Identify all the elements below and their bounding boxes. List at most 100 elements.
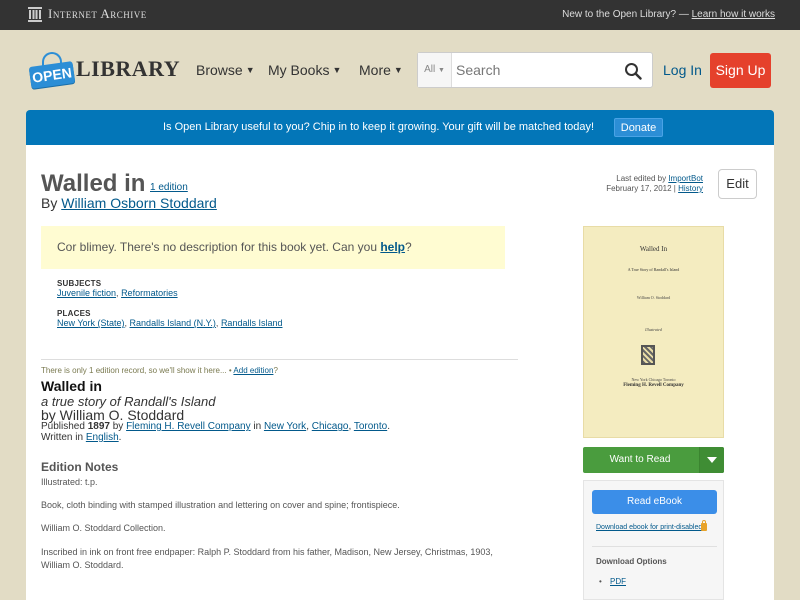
publish-place-link[interactable]: Toronto — [354, 421, 387, 432]
place-link[interactable]: New York (State) — [57, 318, 125, 328]
edition-notes-heading: Edition Notes — [41, 460, 119, 474]
donate-banner: Is Open Library useful to you? Chip in t… — [26, 110, 774, 145]
last-editor-link[interactable]: ImportBot — [668, 174, 703, 183]
last-edited-info: Last edited by ImportBot February 17, 20… — [606, 174, 703, 193]
publish-info: Published 1897 by Fleming H. Revell Comp… — [41, 421, 390, 432]
learn-how-link[interactable]: Learn how it works — [692, 9, 775, 20]
panel-divider — [592, 546, 717, 547]
search-input[interactable] — [454, 53, 614, 87]
download-pdf-link[interactable]: PDF — [610, 577, 626, 586]
place-link[interactable]: Randalls Island — [221, 318, 283, 328]
caret-down-icon: ▼ — [393, 65, 403, 75]
byline-by: By — [41, 195, 58, 211]
logo-library-word: LIBRARY — [76, 56, 181, 81]
site-header: OPEN LIBRARY Browse ▼ My Books ▼ More ▼ … — [0, 30, 800, 110]
edition-note: Illustrated: t.p. — [41, 477, 98, 487]
lock-icon — [701, 520, 707, 531]
publish-by-word: by — [112, 421, 124, 432]
written-in-label: Written in — [41, 432, 84, 443]
cover-subtitle: A True Story of Randall's Island — [627, 267, 680, 272]
history-link[interactable]: History — [678, 184, 703, 193]
author-link[interactable]: William Osborn Stoddard — [61, 195, 217, 211]
publish-year: 1897 — [87, 421, 110, 432]
caret-down-icon: ▼ — [437, 67, 445, 74]
edition-note: William O. Stoddard Collection. — [41, 523, 166, 533]
publish-place-link[interactable]: Chicago — [312, 421, 349, 432]
cover-publisher: Fleming H. Revell Company — [623, 383, 684, 388]
read-ebook-button[interactable]: Read eBook — [592, 490, 717, 514]
published-label: Published — [41, 421, 85, 432]
nav-my-books-label: My Books — [268, 62, 330, 78]
login-link[interactable]: Log In — [663, 62, 702, 78]
logo-open-badge: OPEN — [28, 61, 76, 89]
work-title: Walled in — [41, 170, 146, 197]
search-category-select[interactable]: All ▼ — [418, 53, 452, 87]
internet-archive-bar: Internet Archive New to the Open Library… — [0, 0, 800, 30]
places-section: PLACES New York (State), Randalls Island… — [57, 309, 282, 328]
places-heading: PLACES — [57, 309, 91, 318]
add-edition-end: ? — [273, 366, 278, 375]
caret-down-icon: ▼ — [332, 65, 342, 75]
add-edition-link[interactable]: Add edition — [233, 366, 273, 375]
ia-bar-text: New to the Open Library? — — [562, 9, 689, 20]
want-to-read-button[interactable]: Want to Read — [583, 447, 724, 473]
subject-link[interactable]: Juvenile fiction — [57, 288, 116, 298]
no-description-text: Cor blimey. There's no description for t… — [57, 240, 377, 254]
edition-note-text: There is only 1 edition record, so we'll… — [41, 366, 232, 375]
places-list: New York (State), Randalls Island (N.Y.)… — [57, 318, 283, 328]
no-description-box: Cor blimey. There's no description for t… — [41, 226, 505, 269]
cover-title: Walled In — [639, 245, 668, 253]
archive-building-icon — [28, 6, 42, 22]
publisher-link[interactable]: Fleming H. Revell Company — [126, 421, 251, 432]
publish-in-word: in — [253, 421, 262, 432]
caret-down-icon: ▼ — [245, 65, 255, 75]
want-to-read-label: Want to Read — [609, 454, 671, 465]
nav-browse[interactable]: Browse ▼ — [196, 62, 255, 78]
cover-cities: New York Chicago Toronto — [631, 377, 676, 382]
language-info: Written in English. — [41, 432, 122, 443]
edition-note: Inscribed in ink on front free endpaper:… — [41, 547, 493, 570]
last-edited-label: Last edited by — [616, 174, 667, 183]
download-print-disabled-link[interactable]: Download ebook for print-disabled — [596, 524, 702, 531]
nav-my-books[interactable]: My Books ▼ — [268, 62, 341, 78]
subjects-heading: SUBJECTS — [57, 279, 102, 288]
main-content: Walled in 1 edition By William Osborn St… — [26, 145, 774, 600]
nav-browse-label: Browse — [196, 62, 243, 78]
book-cover[interactable]: Walled In A True Story of Randall's Isla… — [583, 226, 724, 438]
subjects-list: Juvenile fiction, Reformatories — [57, 288, 178, 298]
no-description-end: ? — [405, 240, 412, 254]
edition-note: Book, cloth binding with stamped illustr… — [41, 500, 400, 510]
want-to-read-dropdown-icon[interactable] — [699, 447, 724, 473]
ia-bar-message: New to the Open Library? — Learn how it … — [562, 9, 775, 20]
edition-title: Walled in — [41, 378, 102, 394]
last-edited-date: February 17, 2012 — [606, 184, 672, 193]
internet-archive-logo[interactable]: Internet Archive — [28, 6, 147, 22]
nav-more-label: More — [359, 62, 391, 78]
place-link[interactable]: Randalls Island (N.Y.) — [130, 318, 216, 328]
work-byline: By William Osborn Stoddard — [41, 195, 217, 211]
section-divider — [41, 359, 518, 360]
cover-ornament — [641, 345, 655, 365]
read-options-panel: Read eBook Download ebook for print-disa… — [583, 480, 724, 600]
nav-more[interactable]: More ▼ — [359, 62, 403, 78]
search-category-label: All — [424, 64, 436, 75]
edition-record-note: There is only 1 edition record, so we'll… — [41, 366, 278, 375]
open-library-logo[interactable]: OPEN LIBRARY — [28, 50, 180, 94]
subject-link[interactable]: Reformatories — [121, 288, 178, 298]
donate-button[interactable]: Donate — [614, 118, 663, 137]
search-bar: All ▼ — [417, 52, 653, 88]
cover-illustrated: Illustrated — [645, 327, 662, 332]
language-link[interactable]: English — [86, 432, 119, 443]
search-icon[interactable] — [624, 62, 642, 80]
download-options-heading: Download Options — [596, 557, 667, 566]
cover-author: William O. Stoddard — [636, 295, 671, 300]
donate-message: Is Open Library useful to you? Chip in t… — [163, 121, 595, 133]
bullet-icon: • — [599, 577, 602, 586]
edit-button[interactable]: Edit — [718, 169, 757, 199]
help-link[interactable]: help — [380, 240, 405, 254]
edition-count-link[interactable]: 1 edition — [150, 182, 188, 193]
publish-place-link[interactable]: New York — [264, 421, 306, 432]
internet-archive-text: Internet Archive — [48, 6, 147, 21]
subjects-section: SUBJECTS Juvenile fiction, Reformatories — [57, 279, 178, 298]
signup-button[interactable]: Sign Up — [710, 53, 771, 88]
